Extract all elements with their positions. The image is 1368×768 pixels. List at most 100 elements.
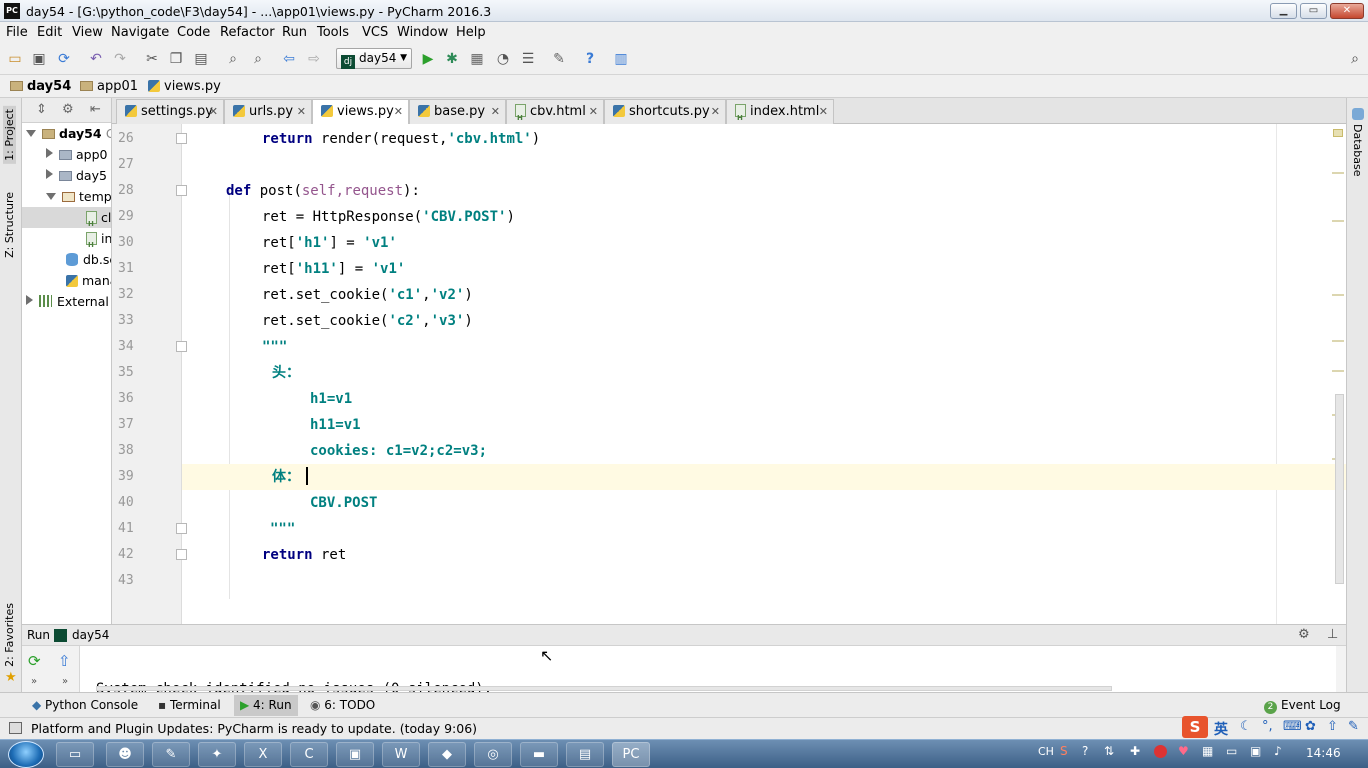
tray-monitor-icon[interactable]: ▣ bbox=[1250, 744, 1261, 758]
input-language-indicator[interactable]: CH bbox=[1038, 745, 1054, 758]
close-tab-icon[interactable]: ✕ bbox=[394, 100, 403, 123]
status-message[interactable]: Platform and Plugin Updates: PyCharm is … bbox=[31, 721, 477, 736]
chrome-taskbar-icon[interactable]: ◎ bbox=[474, 742, 512, 767]
undo-icon[interactable]: ↶ bbox=[87, 51, 105, 67]
gear-icon[interactable]: ⚙ bbox=[62, 102, 74, 117]
save-all-icon[interactable]: ▣ bbox=[30, 51, 48, 67]
close-tab-icon[interactable]: ✕ bbox=[711, 100, 720, 123]
hide-panel-icon[interactable]: ⇤ bbox=[90, 102, 101, 117]
run-configuration-select[interactable]: dj day54 ▼ bbox=[336, 48, 412, 69]
close-tab-icon[interactable]: ✕ bbox=[589, 100, 598, 123]
profile-icon[interactable]: ◔ bbox=[494, 51, 512, 67]
concurrency-icon[interactable]: ☰ bbox=[519, 51, 537, 67]
punctuation-icon[interactable]: °, bbox=[1262, 719, 1273, 734]
collapse-all-icon[interactable]: ⇕ bbox=[36, 102, 47, 117]
close-button[interactable]: ✕ bbox=[1330, 3, 1364, 19]
close-tab-icon[interactable]: ✕ bbox=[297, 100, 306, 123]
pycharm-app-icon[interactable]: PC bbox=[4, 3, 20, 19]
tab-settings-py[interactable]: settings.py ✕ bbox=[116, 99, 224, 124]
tool-tab-database[interactable]: Database bbox=[1351, 124, 1364, 177]
tool-tab-favorites[interactable]: 2: Favorites bbox=[3, 603, 16, 667]
inspection-status-icon[interactable] bbox=[1333, 129, 1343, 137]
tab-urls-py[interactable]: urls.py ✕ bbox=[224, 99, 312, 124]
open-folder-icon[interactable]: ▭ bbox=[6, 51, 24, 67]
save-taskbar-icon[interactable]: ▣ bbox=[336, 742, 374, 767]
tray-app-icon[interactable]: ▦ bbox=[1202, 744, 1213, 758]
menu-code[interactable]: Code bbox=[177, 25, 210, 40]
replace-icon[interactable]: ⌕ bbox=[249, 51, 267, 67]
tree-item-cbv-html[interactable]: cl bbox=[22, 207, 111, 235]
tree-item-templates[interactable]: temp bbox=[46, 186, 111, 207]
app-c-taskbar-icon[interactable]: C bbox=[290, 742, 328, 767]
tool-tab-python-console[interactable]: ◆ Python Console bbox=[32, 698, 138, 712]
menu-run[interactable]: Run bbox=[282, 25, 307, 40]
python-console-icon[interactable]: ▥ bbox=[612, 51, 630, 67]
tree-item-app01[interactable]: app0 bbox=[46, 144, 107, 165]
editor-scrollbar-thumb[interactable] bbox=[1335, 394, 1344, 584]
tree-item-day54-pkg[interactable]: day5 bbox=[46, 165, 107, 186]
hide-panel-icon[interactable]: ⊥ bbox=[1327, 627, 1338, 642]
menu-window[interactable]: Window bbox=[397, 25, 448, 40]
gear-icon[interactable]: ⚙ bbox=[1298, 627, 1310, 642]
maximize-button[interactable]: ▭ bbox=[1300, 3, 1327, 19]
menu-help[interactable]: Help bbox=[456, 25, 486, 40]
volume-icon[interactable]: ♪ bbox=[1274, 744, 1282, 758]
menu-refactor[interactable]: Refactor bbox=[220, 25, 275, 40]
minimize-button[interactable]: ▁ bbox=[1270, 3, 1297, 19]
sync-icon[interactable]: ⟳ bbox=[55, 51, 73, 67]
tool-tab-run[interactable]: ▶ 4: Run bbox=[234, 695, 298, 716]
tab-shortcuts-py[interactable]: shortcuts.py ✕ bbox=[604, 99, 726, 124]
close-tab-icon[interactable]: ✕ bbox=[491, 100, 500, 123]
menu-file[interactable]: File bbox=[6, 25, 28, 40]
tool-taskbar-icon[interactable]: ✦ bbox=[198, 742, 236, 767]
excel-taskbar-icon[interactable]: X bbox=[244, 742, 282, 767]
console-horizontal-scrollbar[interactable] bbox=[96, 686, 1112, 691]
console-vertical-scrollbar[interactable] bbox=[1336, 646, 1346, 692]
forward-icon[interactable]: ⇨ bbox=[305, 51, 323, 67]
settings-wrench-icon[interactable]: ✎ bbox=[550, 51, 568, 67]
menu-vcs[interactable]: VCS bbox=[362, 25, 388, 40]
tab-cbv-html[interactable]: cbv.html✕ bbox=[506, 99, 604, 130]
breadcrumb-file[interactable]: views.py bbox=[148, 79, 221, 94]
toggle-tool-windows-icon[interactable] bbox=[9, 722, 22, 734]
tray-help-icon[interactable]: ? bbox=[1082, 744, 1088, 758]
explorer-taskbar-icon[interactable]: ▭ bbox=[56, 742, 94, 767]
word-taskbar-icon[interactable]: W bbox=[382, 742, 420, 767]
run-icon[interactable]: ▶ bbox=[419, 51, 437, 67]
tree-item-external-libraries[interactable]: External bbox=[26, 291, 109, 312]
tab-index-html[interactable]: index.html✕ bbox=[726, 99, 834, 130]
tray-plug-icon[interactable]: ✚ bbox=[1130, 744, 1140, 758]
menu-edit[interactable]: Edit bbox=[37, 25, 62, 40]
tool-tab-structure[interactable]: Z: Structure bbox=[3, 192, 16, 258]
system-clock[interactable]: 14:46 bbox=[1306, 746, 1341, 760]
redo-icon[interactable]: ↷ bbox=[111, 51, 129, 67]
sogou-ime-icon[interactable]: S bbox=[1182, 716, 1208, 738]
run-config-name[interactable]: day54 bbox=[72, 628, 109, 642]
ime-language-label[interactable]: 英 bbox=[1214, 719, 1228, 739]
tray-display-icon[interactable]: ▭ bbox=[1226, 744, 1237, 758]
start-button[interactable] bbox=[8, 741, 44, 768]
paste-icon[interactable]: ▤ bbox=[192, 51, 210, 67]
close-tab-icon[interactable]: ✕ bbox=[209, 100, 218, 123]
coverage-icon[interactable]: ▦ bbox=[468, 51, 486, 67]
breadcrumb-app01[interactable]: app01 bbox=[80, 79, 138, 94]
tray-network-icon[interactable]: ⇅ bbox=[1104, 744, 1114, 758]
debug-icon[interactable]: ✱ bbox=[443, 51, 461, 67]
skin-icon[interactable]: ✿ bbox=[1305, 719, 1316, 734]
tray-record-icon[interactable] bbox=[1154, 745, 1167, 758]
copy-icon[interactable]: ❐ bbox=[167, 51, 185, 67]
keyboard-icon[interactable]: ⌨ bbox=[1283, 719, 1302, 734]
tool-tab-project[interactable]: 1: Project bbox=[3, 106, 16, 164]
back-icon[interactable]: ⇦ bbox=[280, 51, 298, 67]
help-icon[interactable]: ? bbox=[581, 51, 599, 67]
pycharm-taskbar-icon[interactable]: PC bbox=[612, 742, 650, 767]
tool-tab-terminal[interactable]: ▪ Terminal bbox=[158, 698, 221, 712]
find-icon[interactable]: ⌕ bbox=[224, 51, 242, 67]
tab-views-py[interactable]: views.py ✕ bbox=[312, 99, 409, 125]
tool-tab-todo[interactable]: ◉ 6: TODO bbox=[310, 698, 375, 712]
app-window-taskbar-icon[interactable]: ▤ bbox=[566, 742, 604, 767]
app-taskbar-icon[interactable]: ☻ bbox=[106, 742, 144, 767]
rerun-icon[interactable]: ⟳ bbox=[28, 652, 41, 670]
tree-item-index-html[interactable]: in bbox=[86, 228, 111, 256]
tray-heart-icon[interactable]: ♥ bbox=[1178, 744, 1189, 758]
